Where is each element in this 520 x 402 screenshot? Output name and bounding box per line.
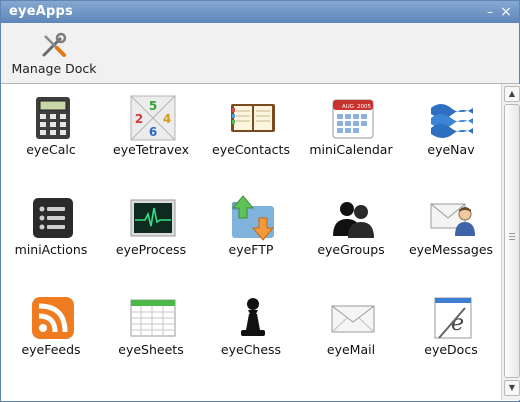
app-label: eyeContacts — [212, 142, 290, 157]
tetravex-number: 6 — [149, 125, 157, 139]
app-minicalendar[interactable]: AUG 2005 miniCalendar — [301, 86, 401, 160]
app-eyemessages[interactable]: eyeMessages — [401, 186, 501, 260]
app-eyegroups[interactable]: eyeGroups — [301, 186, 401, 260]
window-title: eyeApps — [9, 4, 73, 19]
title-bar[interactable]: eyeApps – × — [1, 1, 519, 23]
app-eyemail[interactable]: eyeMail — [301, 286, 401, 360]
calculator-icon — [36, 97, 70, 139]
address-book-icon — [231, 104, 275, 132]
app-eyenav[interactable]: eyeNav — [401, 86, 501, 160]
scroll-up-button[interactable]: ▲ — [504, 86, 520, 102]
app-eyetetravex[interactable]: 5 2 4 6 eyeTetravex — [101, 86, 201, 160]
app-label: miniActions — [14, 242, 88, 257]
app-eyeprocess[interactable]: eyeProcess — [101, 186, 201, 260]
message-user-icon — [430, 203, 475, 236]
minimize-button[interactable]: – — [483, 5, 497, 19]
app-eyesheets[interactable]: eyeSheets — [101, 286, 201, 360]
eyeapps-window: eyeApps – × Manage Dock eyeCalc 5 2 4 6 … — [0, 0, 520, 402]
chess-pawn-icon — [241, 298, 265, 336]
calendar-month: AUG — [342, 104, 354, 110]
calendar-year: 2005 — [357, 104, 371, 110]
users-icon — [333, 202, 374, 238]
app-label: eyeTetravex — [113, 142, 189, 157]
manage-dock-label: Manage Dock — [11, 61, 97, 76]
app-eyedocs[interactable]: e eyeDocs — [401, 286, 501, 360]
app-eyefeeds[interactable]: eyeFeeds — [1, 286, 101, 360]
svg-text:e: e — [451, 311, 464, 336]
scroll-thumb[interactable] — [504, 104, 520, 378]
waves-icon — [431, 104, 473, 138]
app-eyecalc[interactable]: eyeCalc — [1, 86, 101, 160]
tetravex-number: 5 — [149, 99, 157, 113]
document-pen-icon: e — [434, 297, 472, 339]
envelope-icon — [331, 305, 375, 333]
tools-icon — [42, 32, 67, 57]
spreadsheet-icon — [130, 299, 176, 337]
tetravex-number: 2 — [135, 112, 143, 126]
app-eyecontacts[interactable]: eyeContacts — [201, 86, 301, 160]
app-label: miniCalendar — [309, 142, 393, 157]
app-label: eyeMessages — [408, 242, 494, 257]
manage-dock-button[interactable]: Manage Dock — [11, 31, 97, 79]
app-label: eyeSheets — [118, 342, 184, 357]
apps-grid: eyeCalc 5 2 4 6 eyeTetravex eyeContacts … — [1, 84, 501, 400]
tetravex-number: 4 — [163, 112, 171, 126]
app-label: eyeMail — [326, 342, 376, 357]
calendar-icon: AUG 2005 — [332, 99, 374, 139]
app-label: eyeProcess — [115, 242, 187, 257]
vertical-scrollbar[interactable]: ▲ ▼ — [501, 84, 520, 400]
app-eyeftp[interactable]: eyeFTP — [201, 186, 301, 260]
app-label: eyeGroups — [317, 242, 385, 257]
rss-icon — [32, 297, 74, 339]
app-label: eyeFTP — [228, 242, 274, 257]
tetravex-icon: 5 2 4 6 — [130, 95, 176, 141]
close-button[interactable]: × — [499, 5, 513, 19]
app-eyechess[interactable]: eyeChess — [201, 286, 301, 360]
ftp-folder-icon — [231, 195, 275, 241]
app-miniactions[interactable]: miniActions — [1, 186, 101, 260]
app-label: eyeDocs — [424, 342, 478, 357]
actions-icon — [33, 198, 73, 238]
scroll-down-button[interactable]: ▼ — [504, 380, 520, 396]
app-label: eyeCalc — [26, 142, 76, 157]
toolbar: Manage Dock — [1, 23, 519, 84]
app-label: eyeNav — [427, 142, 475, 157]
app-label: eyeChess — [220, 342, 282, 357]
app-label: eyeFeeds — [21, 342, 81, 357]
monitor-icon — [130, 199, 176, 237]
